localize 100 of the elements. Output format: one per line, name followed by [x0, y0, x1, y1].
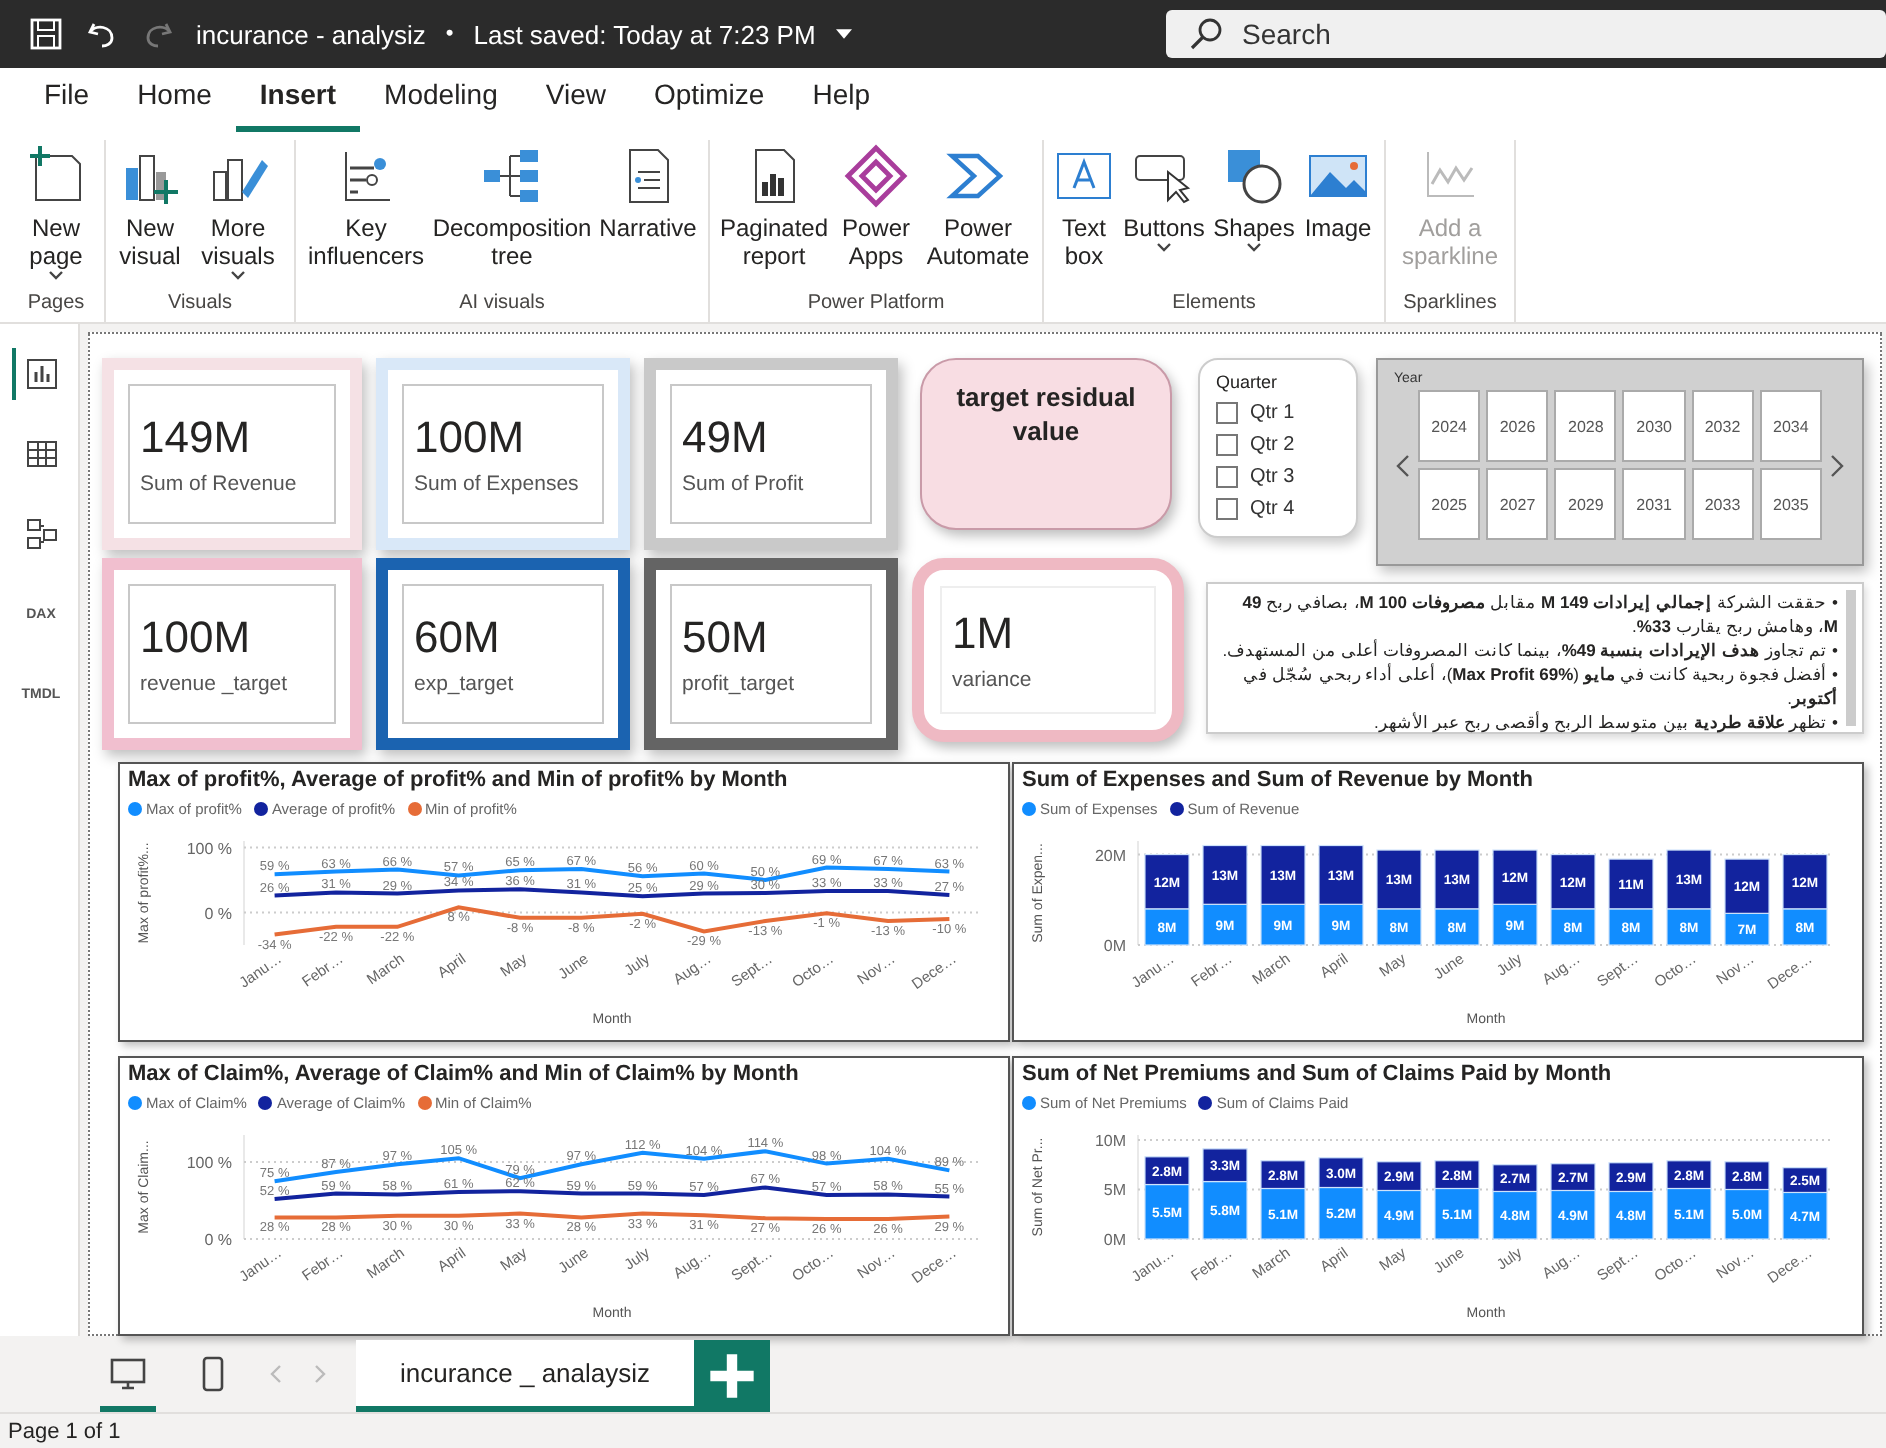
ribbon-button[interactable]: Power Apps: [834, 140, 918, 288]
kpi-label: Sum of Revenue: [140, 472, 299, 496]
bar: [1318, 844, 1364, 905]
year-tile[interactable]: 2033: [1691, 468, 1754, 540]
year-tile[interactable]: 2035: [1759, 468, 1822, 540]
axis-tick-label: 20M: [1094, 846, 1126, 865]
ribbon-button[interactable]: Image: [1300, 140, 1376, 288]
model-diagram-icon: [23, 516, 59, 552]
kpi-label: profit_target: [682, 672, 797, 696]
add-page-button[interactable]: [694, 1340, 771, 1412]
tree-diagram-icon: [480, 144, 544, 208]
kpi-label: Sum of Expenses: [414, 472, 581, 496]
separator-dot: •: [445, 22, 454, 46]
group-label: Power Platform: [807, 290, 945, 318]
bullet-text: • تظهر علاقة طردية بين متوسط الربح وأقصى ربح عبر الأشهر.: [1372, 710, 1838, 734]
year-tile[interactable]: 2027: [1486, 468, 1549, 540]
chart-title: Max of Claim%, Average of Claim% and Min of Claim% by Month: [128, 1062, 801, 1086]
year-tile[interactable]: 2029: [1554, 468, 1617, 540]
save-status: Last saved: Today at 7:23 PM: [473, 19, 816, 49]
bar: [1260, 844, 1306, 905]
year-tile[interactable]: 2030: [1622, 390, 1686, 462]
page-tab[interactable]: incurance _ analaysiz: [356, 1340, 695, 1412]
search-icon: [1190, 18, 1222, 50]
kpi-label: variance: [952, 668, 1034, 692]
year-tile[interactable]: 2031: [1622, 468, 1686, 540]
year-tile[interactable]: 2024: [1418, 390, 1481, 462]
kpi-value: 49M: [682, 412, 770, 464]
file-name: incurance - analysiz: [196, 19, 426, 49]
kpi-label: revenue _target: [140, 672, 290, 696]
year-tile[interactable]: 2025: [1418, 468, 1481, 540]
axis-tick-label: 100 %: [186, 1153, 232, 1172]
group-label: AI visuals: [459, 290, 545, 318]
bar: [1492, 849, 1538, 905]
kpi-value: 100M: [414, 412, 527, 464]
checkbox[interactable]: [1216, 498, 1238, 520]
checkbox[interactable]: [1216, 402, 1238, 424]
year-tile[interactable]: 2034: [1759, 390, 1822, 462]
year-tile[interactable]: 2028: [1554, 390, 1617, 462]
menu-tab[interactable]: View: [521, 78, 630, 132]
bar: [1202, 903, 1248, 946]
axis-tick-label: 0 %: [204, 904, 232, 923]
axis-tick-label: 0 %: [204, 1231, 232, 1249]
ribbon-button[interactable]: Narrative: [596, 140, 700, 288]
chart-title: Max of profit%, Average of profit% and Min of profit% by Month: [128, 768, 790, 792]
ribbon-button[interactable]: New page: [16, 140, 96, 288]
kpi-value: 149M: [140, 412, 253, 464]
ribbon-button[interactable]: Key influencers: [304, 140, 428, 288]
kpi-label: Sum of Profit: [682, 472, 806, 496]
axis-tick-label: 10M: [1094, 1131, 1126, 1150]
menu-tab[interactable]: Optimize: [629, 78, 789, 132]
chart-title: Sum of Net Premiums and Sum of Claims Paid by Month: [1022, 1062, 1614, 1086]
menu-tab[interactable]: Home: [113, 78, 236, 132]
target-card: target residual value: [920, 358, 1172, 530]
bar: [1608, 858, 1654, 910]
save-icon[interactable]: [28, 16, 64, 52]
bar: [1260, 903, 1306, 946]
ribbon-button[interactable]: New visual: [114, 140, 186, 288]
status-text: Page 1 of 1: [0, 1412, 1886, 1448]
kpi-value: 1M: [952, 608, 1016, 660]
year-tile[interactable]: 2026: [1486, 390, 1549, 462]
slicer-option[interactable]: Qtr 3: [1216, 466, 1340, 488]
group-label: Pages: [27, 290, 85, 318]
menu-tab[interactable]: Help: [788, 78, 894, 132]
axis-tick-label: 100 %: [186, 839, 232, 858]
ribbon-button[interactable]: Text box: [1052, 140, 1116, 288]
caret-icon[interactable]: [835, 28, 852, 40]
ribbon-button[interactable]: Decomposition tree: [432, 140, 592, 288]
slicer-title: Quarter: [1216, 372, 1280, 392]
axis-tick-label: 5M: [1103, 1181, 1126, 1200]
table-icon: [23, 436, 59, 472]
kpi-label: exp_target: [414, 672, 516, 696]
ribbon-button[interactable]: Paginated report: [718, 140, 830, 288]
bar-chart-icon: [23, 356, 59, 392]
year-tile[interactable]: 2032: [1691, 390, 1754, 462]
ribbon-button[interactable]: Shapes: [1212, 140, 1296, 288]
kpi-value: 50M: [682, 612, 770, 664]
ribbon-button[interactable]: Buttons: [1120, 140, 1208, 288]
plus-icon: [706, 1350, 759, 1402]
bullet-text: • تم تجاوز هدف الإيرادات بنسبة 49%، بينما كانت المصروفات أعلى من المستهدف.: [1220, 638, 1838, 662]
chart-title: Sum of Expenses and Sum of Revenue by Month: [1022, 768, 1535, 792]
group-label: Elements: [1172, 290, 1256, 318]
group-label: Visuals: [167, 290, 233, 318]
menu-tab[interactable]: Modeling: [360, 78, 522, 132]
slicer-option[interactable]: Qtr 4: [1216, 498, 1340, 520]
axis-tick-label: 0M: [1103, 937, 1126, 955]
checkbox[interactable]: [1216, 466, 1238, 488]
checkbox[interactable]: [1216, 434, 1238, 456]
menu-tab[interactable]: File: [20, 78, 114, 132]
chevron-right-icon[interactable]: [1830, 453, 1846, 477]
kpi-value: 100M: [140, 612, 253, 664]
ribbon-button[interactable]: Power Automate: [922, 140, 1034, 288]
slicer-option[interactable]: Qtr 1: [1216, 402, 1340, 424]
slicer-option[interactable]: Qtr 2: [1216, 434, 1340, 456]
monitor-icon: [108, 1354, 148, 1394]
chevron-left-icon[interactable]: [1394, 453, 1410, 477]
search-field[interactable]: Search: [1166, 10, 1886, 58]
ribbon-button[interactable]: More visuals: [190, 140, 286, 288]
scrollbar[interactable]: [1846, 590, 1856, 726]
diamond-icon: [844, 144, 908, 208]
shapes-icon: [1222, 144, 1286, 208]
